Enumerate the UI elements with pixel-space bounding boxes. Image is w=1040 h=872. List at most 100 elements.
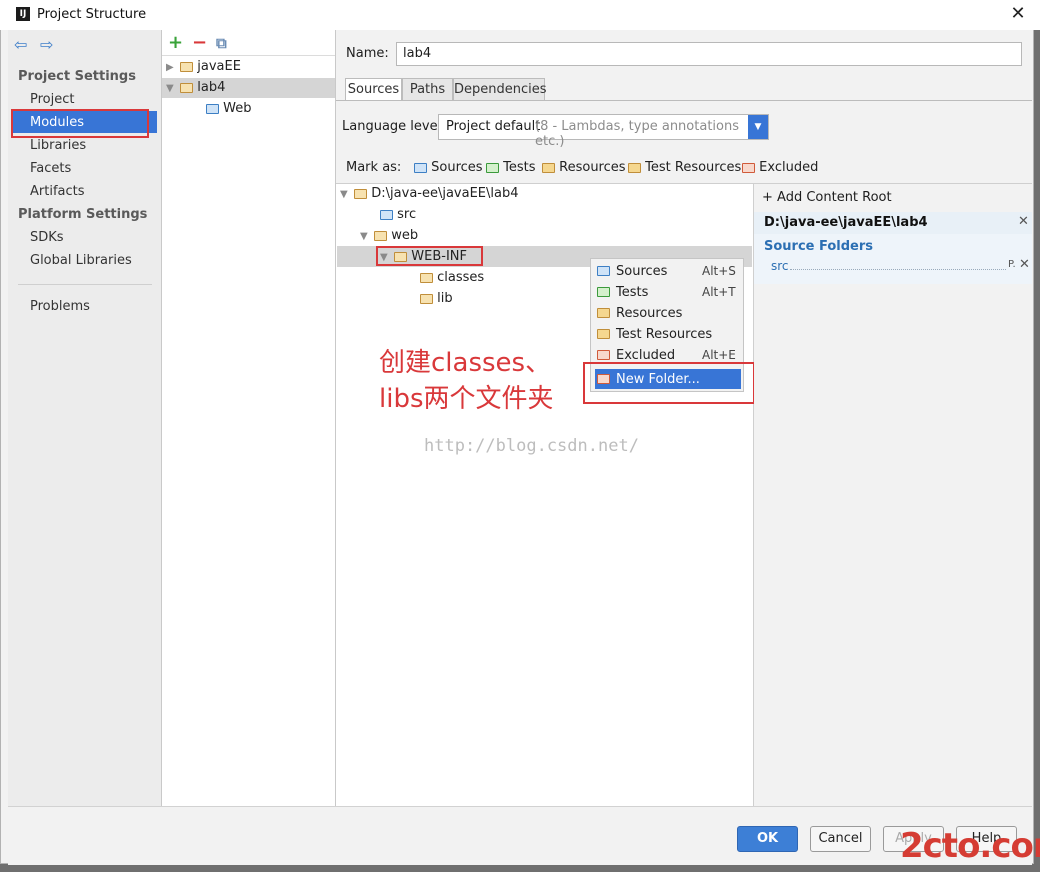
- nav-item-global-libraries[interactable]: Global Libraries: [30, 253, 132, 268]
- module-item-lab4[interactable]: ▼ lab4: [166, 80, 225, 95]
- collapse-triangle-icon[interactable]: ▼: [340, 189, 350, 200]
- add-icon[interactable]: +: [168, 32, 183, 53]
- menu-item-label: Tests: [616, 285, 649, 300]
- module-label: javaEE: [197, 59, 241, 74]
- mark-as-label: Mark as:: [346, 160, 402, 175]
- tree-node-web[interactable]: ▼ web: [360, 228, 418, 243]
- nav-item-project[interactable]: Project: [30, 92, 74, 107]
- dropdown-arrow-icon[interactable]: ▼: [748, 115, 768, 139]
- settings-navigation: ⇦ ⇨ Project Settings Project Modules Lib…: [8, 30, 162, 806]
- source-folders-heading: Source Folders: [764, 239, 874, 254]
- add-content-root-button[interactable]: + Add Content Root: [762, 190, 892, 205]
- project-settings-heading: Project Settings: [18, 69, 136, 84]
- tab-sources[interactable]: Sources: [345, 78, 402, 101]
- mark-as-tests[interactable]: Tests: [486, 160, 536, 175]
- annotation-line-1: 创建classes、: [379, 348, 552, 378]
- menu-item-shortcut: Alt+E: [702, 348, 736, 362]
- content-root-panel: + Add Content Root D:\java-ee\javaEE\lab…: [754, 183, 1032, 807]
- intellij-icon: IJ: [16, 7, 30, 21]
- excluded-folder-icon: [597, 350, 610, 360]
- window-title: Project Structure: [37, 7, 147, 22]
- title-bar: IJ Project Structure ✕: [0, 0, 1040, 30]
- tree-node-classes[interactable]: classes: [420, 270, 484, 285]
- mark-as-resources-label: Resources: [559, 160, 626, 175]
- web-facet-icon: [206, 103, 219, 114]
- cancel-button[interactable]: Cancel: [810, 826, 871, 852]
- brand-watermark-logo: 2cto.com: [900, 826, 1040, 866]
- toolbar-divider: [162, 55, 335, 56]
- close-icon[interactable]: ✕: [1008, 3, 1028, 25]
- tree-node-lib[interactable]: lib: [420, 291, 453, 306]
- mark-as-sources-label: Sources: [431, 160, 483, 175]
- tree-node-src[interactable]: src: [380, 207, 416, 222]
- language-level-dropdown[interactable]: Project default (8 - Lambdas, type annot…: [438, 114, 769, 149]
- language-level-value: Project default: [446, 119, 541, 134]
- tests-folder-icon: [486, 162, 499, 173]
- sources-folder-icon: [597, 266, 610, 276]
- menu-item-resources[interactable]: Resources: [595, 303, 741, 323]
- folder-icon: [420, 272, 433, 283]
- language-level-label: Language level:: [342, 119, 446, 134]
- mark-as-test-resources[interactable]: Test Resources: [628, 160, 741, 175]
- mark-as-resources[interactable]: Resources: [542, 160, 626, 175]
- highlight-modules-box: [11, 109, 149, 138]
- tree-node-label: D:\java-ee\javaEE\lab4: [371, 186, 519, 201]
- nav-item-artifacts[interactable]: Artifacts: [30, 184, 85, 199]
- nav-item-libraries[interactable]: Libraries: [30, 138, 86, 153]
- menu-item-shortcut: Alt+T: [702, 285, 736, 299]
- back-arrow-icon[interactable]: ⇦: [14, 35, 27, 54]
- menu-item-test-resources[interactable]: Test Resources: [595, 324, 741, 344]
- module-folder-icon: [180, 82, 194, 93]
- source-folder-icon: [380, 209, 393, 220]
- nav-item-sdks[interactable]: SDKs: [30, 230, 64, 245]
- blog-watermark: http://blog.csdn.net/: [424, 436, 639, 456]
- highlight-webinf-box: [376, 246, 483, 266]
- mark-as-excluded-label: Excluded: [759, 160, 819, 175]
- mark-as-test-resources-label: Test Resources: [645, 160, 742, 175]
- ok-button[interactable]: OK: [737, 826, 798, 852]
- package-prefix-icon[interactable]: P.: [1008, 259, 1016, 270]
- mark-as-tests-label: Tests: [503, 160, 536, 175]
- dotted-leader: [790, 269, 1006, 270]
- copy-icon[interactable]: ⧉: [216, 34, 227, 52]
- folder-icon: [374, 230, 388, 241]
- annotation-line-2: libs两个文件夹: [379, 384, 554, 414]
- facet-label: Web: [223, 101, 252, 116]
- module-item-javaee[interactable]: ▶ javaEE: [166, 59, 241, 74]
- remove-root-icon[interactable]: ✕: [1018, 214, 1029, 229]
- tab-paths[interactable]: Paths: [402, 78, 453, 101]
- remove-icon[interactable]: −: [192, 32, 207, 53]
- menu-item-label: Resources: [616, 306, 683, 321]
- module-label: lab4: [197, 80, 226, 95]
- nav-divider: [18, 284, 152, 285]
- nav-item-facets[interactable]: Facets: [30, 161, 71, 176]
- tree-node-label: classes: [437, 270, 485, 285]
- collapse-triangle-icon[interactable]: ▼: [360, 231, 370, 242]
- source-folder-item[interactable]: src: [771, 259, 789, 273]
- modules-list-panel: + − ⧉ ▶ javaEE ▼ lab4 Web: [162, 30, 336, 806]
- tree-node-root[interactable]: ▼ D:\java-ee\javaEE\lab4: [340, 186, 519, 201]
- menu-item-label: Excluded: [616, 348, 676, 363]
- tree-node-label: web: [391, 228, 419, 243]
- mark-as-sources[interactable]: Sources: [414, 160, 483, 175]
- module-name-value: lab4: [403, 46, 432, 61]
- menu-item-sources[interactable]: Sources Alt+S: [595, 261, 741, 281]
- menu-item-tests[interactable]: Tests Alt+T: [595, 282, 741, 302]
- module-folder-icon: [180, 61, 194, 72]
- sources-folder-icon: [414, 162, 427, 173]
- tab-underline: [336, 100, 1032, 101]
- test-resources-folder-icon: [597, 329, 610, 339]
- module-name-field[interactable]: lab4: [396, 42, 1022, 66]
- test-resources-folder-icon: [628, 162, 641, 173]
- excluded-folder-icon: [742, 162, 755, 173]
- forward-arrow-icon[interactable]: ⇨: [40, 35, 53, 54]
- collapse-triangle-icon[interactable]: ▼: [166, 83, 176, 94]
- resources-folder-icon: [542, 162, 555, 173]
- name-label: Name:: [346, 46, 389, 61]
- facet-item-web[interactable]: Web: [206, 101, 251, 116]
- expand-triangle-icon[interactable]: ▶: [166, 62, 176, 73]
- nav-item-problems[interactable]: Problems: [30, 299, 90, 314]
- tab-dependencies[interactable]: Dependencies: [453, 78, 547, 101]
- remove-source-folder-icon[interactable]: ✕: [1019, 257, 1030, 272]
- mark-as-excluded[interactable]: Excluded: [742, 160, 818, 175]
